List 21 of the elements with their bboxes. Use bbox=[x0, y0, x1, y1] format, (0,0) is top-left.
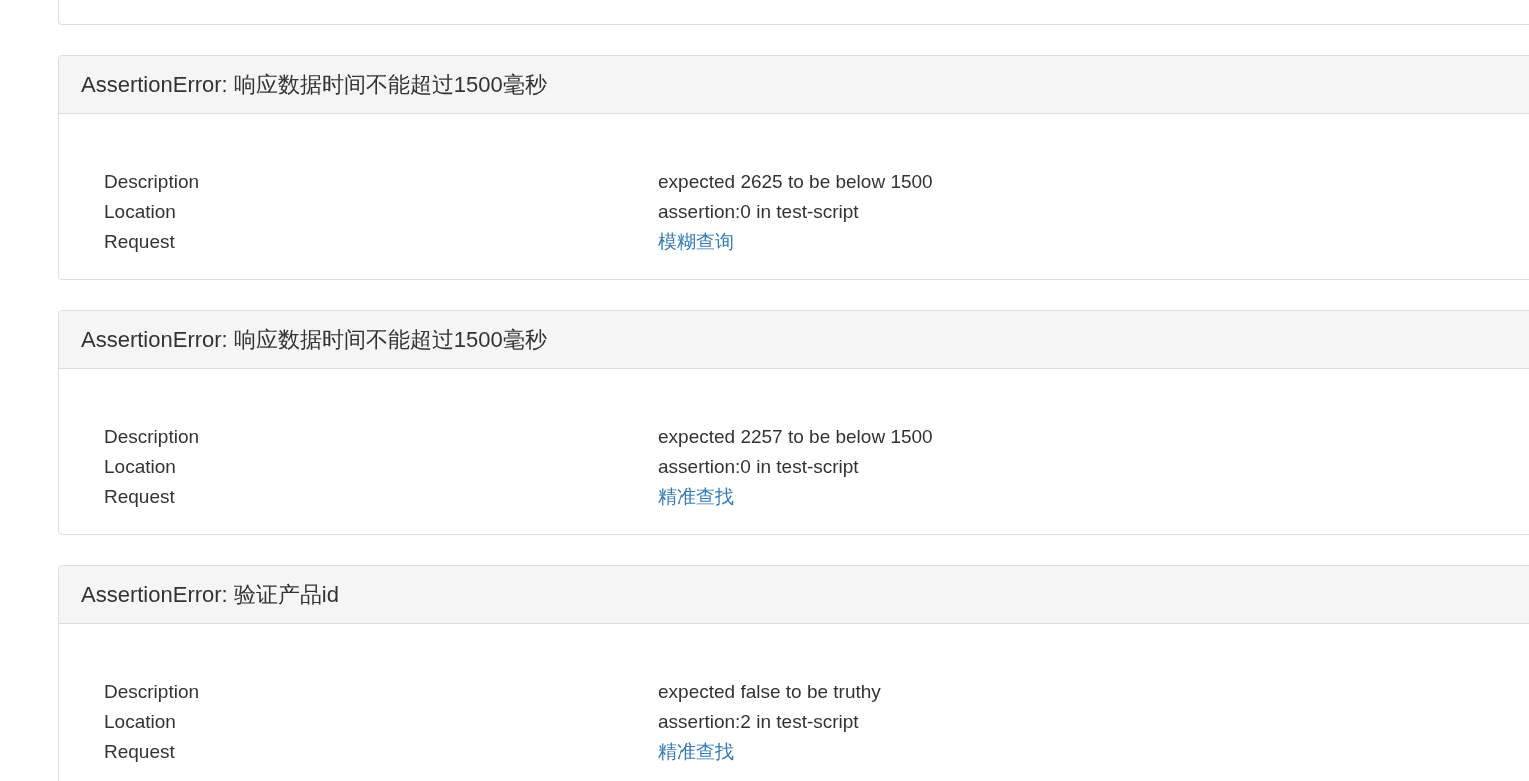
field-label: Request bbox=[104, 741, 176, 763]
field-value: expected false to be truthy bbox=[658, 681, 881, 703]
request-link[interactable]: 精准查找 bbox=[658, 739, 734, 765]
field-label: Description bbox=[104, 681, 201, 703]
field-value: expected 2257 to be below 1500 bbox=[658, 426, 933, 448]
field-label: Description bbox=[104, 171, 201, 193]
field-label: Location bbox=[104, 456, 177, 478]
request-link[interactable]: 模糊查询 bbox=[658, 229, 734, 255]
error-title: AssertionError: 验证产品id bbox=[81, 580, 339, 609]
field-label: Request bbox=[104, 231, 176, 253]
field-value: assertion:0 in test-script bbox=[658, 201, 859, 223]
field-value: assertion:0 in test-script bbox=[658, 456, 859, 478]
field-label: Location bbox=[104, 201, 177, 223]
error-title: AssertionError: 响应数据时间不能超过1500毫秒 bbox=[81, 70, 547, 99]
field-value: expected 2625 to be below 1500 bbox=[658, 171, 933, 193]
field-label: Location bbox=[104, 711, 177, 733]
field-label: Request bbox=[104, 486, 176, 508]
field-label: Description bbox=[104, 426, 201, 448]
request-link[interactable]: 精准查找 bbox=[658, 484, 734, 510]
error-title: AssertionError: 响应数据时间不能超过1500毫秒 bbox=[81, 325, 547, 354]
field-value: assertion:2 in test-script bbox=[658, 711, 859, 733]
